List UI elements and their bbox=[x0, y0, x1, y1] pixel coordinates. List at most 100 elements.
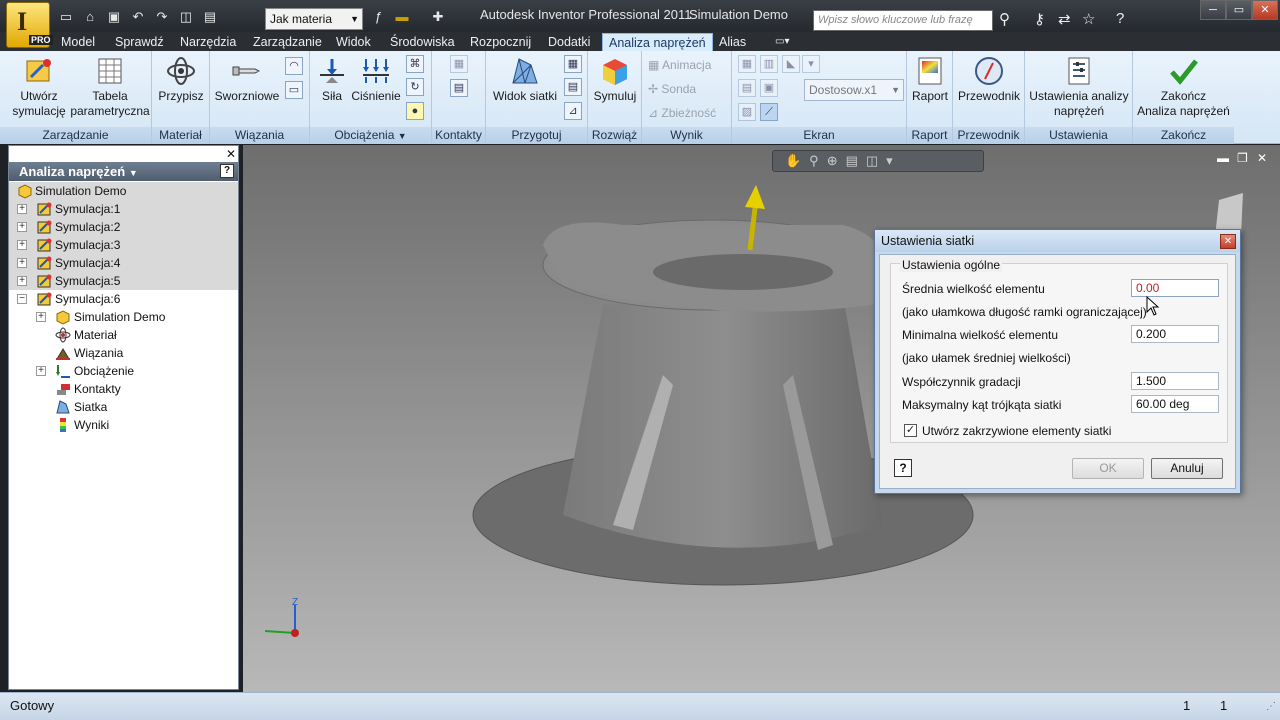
tree-item-contacts[interactable]: Kontakty bbox=[9, 380, 238, 398]
mesh-settings-icon[interactable]: ▦ bbox=[564, 55, 582, 73]
guide-button[interactable]: Przewodnik bbox=[955, 55, 1023, 104]
open-icon[interactable]: ⌂ bbox=[80, 8, 100, 26]
animation-button[interactable]: ▦ Animacja bbox=[648, 54, 711, 76]
same-scale-icon[interactable]: ▦ bbox=[738, 55, 756, 73]
local-mesh-icon[interactable]: ▤ bbox=[564, 78, 582, 96]
binoculars-icon[interactable]: ⚲ bbox=[999, 10, 1010, 28]
assign-material-button[interactable]: Przypisz bbox=[156, 55, 206, 104]
parametric-table-button[interactable]: Tabela parametryczna bbox=[70, 55, 150, 119]
browser-header[interactable]: Analiza naprężeń ▼ bbox=[9, 162, 238, 181]
material-combo[interactable]: Jak materia ▼ bbox=[265, 8, 363, 30]
return-icon[interactable]: ◫ bbox=[176, 8, 196, 26]
tree-item-results[interactable]: Wyniki bbox=[9, 416, 238, 434]
tree-item-mesh[interactable]: Siatka bbox=[9, 398, 238, 416]
close-button[interactable]: ✕ bbox=[1252, 0, 1278, 20]
search-input[interactable]: Wpisz słowo kluczowe lub frazę bbox=[813, 10, 993, 31]
resize-grip-icon[interactable]: ⋰ bbox=[1266, 701, 1276, 712]
bearing-load-icon[interactable]: ⌘ bbox=[406, 55, 424, 73]
display-scale-combo[interactable]: Dostosow.x1 ▼ bbox=[804, 79, 904, 101]
tree-item-sim6[interactable]: − Symulacja:6 bbox=[9, 290, 238, 308]
undo-icon[interactable]: ↶ bbox=[128, 8, 148, 26]
panel-footer-obciazenia[interactable]: Obciążenia ▼ bbox=[310, 127, 431, 144]
min-icon[interactable]: ▣ bbox=[760, 79, 778, 97]
color-icon[interactable]: ▬ bbox=[392, 8, 412, 26]
tab-narzedzia[interactable]: Narzędzia bbox=[180, 33, 236, 51]
mesh-view-button[interactable]: Widok siatki bbox=[490, 55, 560, 104]
expand-icon[interactable]: + bbox=[17, 222, 27, 232]
expand-icon[interactable]: + bbox=[17, 276, 27, 286]
tree-item-sim3[interactable]: + Symulacja:3 bbox=[9, 236, 238, 254]
tab-widok[interactable]: Widok bbox=[336, 33, 371, 51]
boundary-icon[interactable]: ◣ bbox=[782, 55, 800, 73]
convergence-button[interactable]: ⊿ Zbieżność bbox=[648, 102, 716, 124]
maximize-button[interactable]: ▭ bbox=[1226, 0, 1252, 20]
exchange-icon[interactable]: ⇄ bbox=[1058, 10, 1071, 28]
tab-options-icon[interactable]: ▭▾ bbox=[775, 33, 789, 51]
tree-item-sim4[interactable]: + Symulacja:4 bbox=[9, 254, 238, 272]
app-logo-button[interactable]: I PRO bbox=[6, 2, 53, 48]
help-icon[interactable]: ? bbox=[1116, 10, 1124, 27]
finish-analysis-button[interactable]: Zakończ Analiza naprężeń bbox=[1133, 55, 1234, 119]
minimize-button[interactable]: ─ bbox=[1200, 0, 1226, 20]
fixed-constraint-icon[interactable]: ◠ bbox=[285, 57, 303, 75]
expand-icon[interactable]: + bbox=[17, 240, 27, 250]
analysis-settings-button[interactable]: Ustawienia analizy naprężeń bbox=[1027, 55, 1131, 119]
collapse-icon[interactable]: − bbox=[17, 294, 27, 304]
expand-icon[interactable]: + bbox=[36, 366, 46, 376]
report-button[interactable]: Raport bbox=[909, 55, 951, 104]
expand-icon[interactable]: + bbox=[17, 258, 27, 268]
star-icon[interactable]: ☆ bbox=[1082, 10, 1095, 28]
ok-button[interactable]: OK bbox=[1072, 458, 1144, 479]
max-icon[interactable]: ▤ bbox=[738, 79, 756, 97]
tree-item-loads[interactable]: + Obciążenie bbox=[9, 362, 238, 380]
tab-analiza-naprezen[interactable]: Analiza naprężeń bbox=[602, 33, 713, 51]
key-icon[interactable]: ⚷ bbox=[1034, 10, 1045, 28]
curved-elements-checkbox[interactable]: ✓ bbox=[904, 424, 917, 437]
tab-model[interactable]: Model bbox=[61, 33, 95, 51]
tree-item-sim1[interactable]: + Symulacja:1 bbox=[9, 200, 238, 218]
dialog-help-button[interactable]: ? bbox=[894, 459, 912, 477]
dialog-close-button[interactable]: ✕ bbox=[1220, 234, 1236, 249]
tab-srodowiska[interactable]: Środowiska bbox=[390, 33, 455, 51]
save-icon[interactable]: ▣ bbox=[104, 8, 124, 26]
split-view-icon[interactable]: ▥ bbox=[760, 55, 778, 73]
browser-help-icon[interactable]: ? bbox=[220, 164, 234, 178]
redo-icon[interactable]: ↷ bbox=[152, 8, 172, 26]
pressure-button[interactable]: Ciśnienie bbox=[350, 55, 402, 104]
tab-alias[interactable]: Alias bbox=[719, 33, 746, 51]
tab-sprawdz[interactable]: Sprawdź bbox=[115, 33, 164, 51]
min-element-size-input[interactable]: 0.200 bbox=[1131, 325, 1219, 343]
gravity-icon[interactable]: ● bbox=[406, 102, 424, 120]
force-button[interactable]: Siła bbox=[314, 55, 350, 104]
grading-factor-input[interactable]: 1.500 bbox=[1131, 372, 1219, 390]
tree-item-root[interactable]: Simulation Demo bbox=[9, 182, 238, 200]
load-display-icon[interactable]: ▨ bbox=[738, 103, 756, 121]
tree-item-sim5[interactable]: + Symulacja:5 bbox=[9, 272, 238, 290]
auto-contact-icon[interactable]: ▦ bbox=[450, 55, 468, 73]
avg-element-size-input[interactable]: 0.00 bbox=[1131, 279, 1219, 297]
select-icon[interactable]: ▤ bbox=[200, 8, 220, 26]
tree-item-constraints[interactable]: Wiązania bbox=[9, 344, 238, 362]
max-turn-angle-input[interactable]: 60.00 deg bbox=[1131, 395, 1219, 413]
new-icon[interactable]: ▭ bbox=[56, 8, 76, 26]
plus-icon[interactable]: ✚ bbox=[428, 8, 448, 26]
tab-rozpocznij[interactable]: Rozpocznij bbox=[470, 33, 531, 51]
expand-icon[interactable]: + bbox=[36, 312, 46, 322]
moment-icon[interactable]: ↻ bbox=[406, 78, 424, 96]
probe-button[interactable]: ✢ Sonda bbox=[648, 78, 696, 100]
simulate-button[interactable]: Symuluj bbox=[590, 55, 640, 104]
display-dropdown-icon[interactable]: ▾ bbox=[802, 55, 820, 73]
tab-zarzadzanie[interactable]: Zarządzanie bbox=[253, 33, 322, 51]
tab-dodatki[interactable]: Dodatki bbox=[548, 33, 590, 51]
frictionless-icon[interactable]: ▭ bbox=[285, 81, 303, 99]
tree-item-sim6-model[interactable]: + Simulation Demo bbox=[9, 308, 238, 326]
function-icon[interactable]: ƒ bbox=[368, 8, 388, 26]
manual-contact-icon[interactable]: ▤ bbox=[450, 79, 468, 97]
expand-icon[interactable]: + bbox=[17, 204, 27, 214]
mesh-display-icon[interactable]: ⟋ bbox=[760, 103, 778, 121]
create-simulation-button[interactable]: Utwórz symulację bbox=[10, 55, 68, 119]
pin-constraint-button[interactable]: Sworzniowe bbox=[214, 55, 280, 104]
convergence-settings-icon[interactable]: ⊿ bbox=[564, 102, 582, 120]
browser-close-icon[interactable]: ✕ bbox=[226, 147, 236, 161]
tree-item-sim2[interactable]: + Symulacja:2 bbox=[9, 218, 238, 236]
